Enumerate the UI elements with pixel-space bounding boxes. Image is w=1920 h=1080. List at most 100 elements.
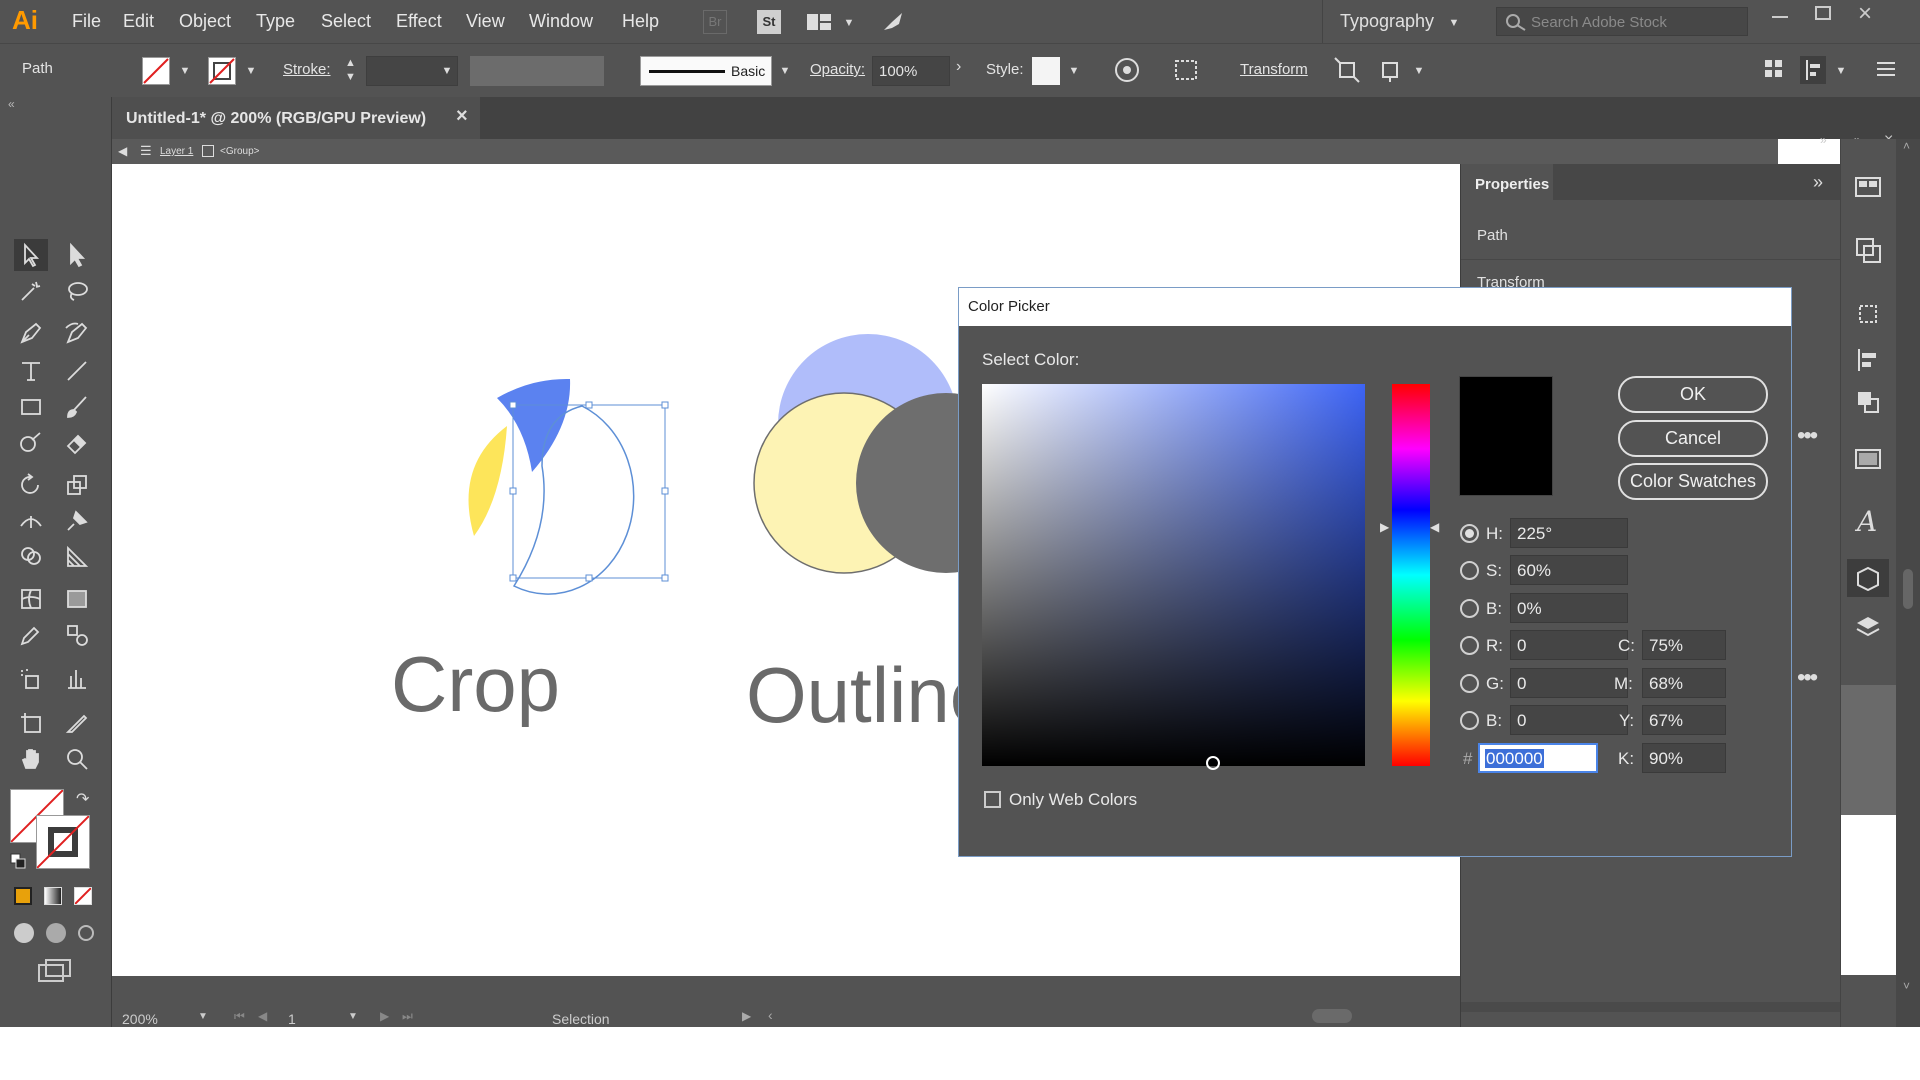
opacity-field[interactable]: 100% [872, 56, 950, 86]
scroll-thumb[interactable] [1903, 569, 1913, 609]
chevron-down-icon[interactable]: ▼ [178, 64, 192, 78]
collapse-panel-icon[interactable]: « [8, 97, 15, 111]
ok-button[interactable]: OK [1618, 376, 1768, 413]
menu-object[interactable]: Object [179, 11, 231, 32]
opacity-label[interactable]: Opacity: [810, 61, 865, 78]
color-swatches-button[interactable]: Color Swatches [1618, 463, 1768, 500]
paintbrush-tool-icon[interactable] [60, 391, 94, 423]
color-mode-icon[interactable] [14, 887, 32, 905]
menu-window[interactable]: Window [529, 11, 593, 32]
variable-width-profile[interactable] [470, 56, 604, 86]
color-field-cursor[interactable] [1206, 756, 1220, 770]
stroke-label[interactable]: Stroke: [283, 61, 331, 78]
blend-tool-icon[interactable] [60, 619, 94, 651]
menu-file[interactable]: File [72, 11, 101, 32]
color-field[interactable] [982, 384, 1365, 770]
close-tab-icon[interactable]: × [456, 105, 468, 128]
properties-tab[interactable]: Properties [1461, 164, 1553, 200]
artboard-tool-icon[interactable] [14, 707, 48, 739]
status-menu-arrow[interactable]: ▶ [742, 1009, 751, 1023]
asset-export-icon[interactable] [1847, 559, 1889, 597]
stock-icon[interactable]: St [757, 10, 781, 34]
yellow-field[interactable]: 67% [1642, 705, 1726, 735]
breadcrumb-group[interactable]: <Group> [220, 146, 259, 157]
hue-slider[interactable] [1392, 384, 1430, 766]
curvature-tool-icon[interactable] [60, 317, 94, 349]
chevron-down-icon[interactable]: ▼ [842, 16, 856, 30]
collapse-panels-icon[interactable]: » [1820, 133, 1827, 147]
scale-tool-icon[interactable] [60, 469, 94, 501]
close-window-button[interactable]: × [1858, 0, 1872, 28]
default-fill-stroke-icon[interactable] [10, 853, 26, 869]
shape-builder-tool-icon[interactable] [14, 541, 48, 573]
minimize-button[interactable] [1772, 16, 1788, 18]
red-radio[interactable] [1460, 636, 1479, 655]
line-segment-tool-icon[interactable] [60, 355, 94, 387]
transform-panel-icon[interactable] [1855, 301, 1881, 332]
panel-grid-icon[interactable] [1764, 59, 1784, 83]
menu-select[interactable]: Select [321, 11, 371, 32]
eraser-tool-icon[interactable] [60, 427, 94, 459]
chevron-down-icon[interactable]: ▼ [1067, 64, 1081, 78]
hue-field[interactable]: 225° [1510, 518, 1628, 548]
transform-link[interactable]: Transform [1240, 61, 1308, 78]
hue-slider-right-arrow[interactable]: ◀ [1430, 520, 1439, 534]
menu-edit[interactable]: Edit [123, 11, 154, 32]
back-arrow-icon[interactable]: ◀ [118, 144, 127, 158]
panel-menu-icon[interactable]: » [1813, 172, 1823, 193]
next-artboard-icon[interactable]: ▶ [380, 1009, 389, 1023]
scroll-left-arrow[interactable]: ‹ [768, 1007, 773, 1023]
blue-radio[interactable] [1460, 711, 1479, 730]
scroll-up-arrow[interactable]: ˄ [1903, 139, 1910, 153]
layers-panel-icon[interactable] [1855, 613, 1881, 644]
screen-mode-icon[interactable] [38, 959, 72, 983]
previous-artboard-icon[interactable]: ◀ [258, 1009, 267, 1023]
document-tab[interactable]: Untitled-1* @ 200% (RGB/GPU Preview) × [112, 97, 480, 139]
libraries-panel-icon[interactable] [1855, 237, 1883, 270]
first-artboard-icon[interactable]: ⏮ [234, 1009, 245, 1024]
symbol-sprayer-tool-icon[interactable] [14, 663, 48, 695]
swap-fill-stroke-icon[interactable]: ↷ [76, 789, 89, 809]
blue-field[interactable]: 0 [1510, 705, 1628, 735]
gradient-tool-icon[interactable] [60, 583, 94, 615]
more-options-icon[interactable]: ••• [1797, 664, 1818, 692]
none-mode-icon[interactable] [74, 887, 92, 905]
hue-slider-left-arrow[interactable]: ▶ [1380, 520, 1389, 534]
align-panel-icon[interactable] [1800, 56, 1826, 84]
shaper-tool-icon[interactable] [14, 427, 48, 459]
chevron-down-icon[interactable]: ▼ [348, 1011, 358, 1022]
saturation-radio[interactable] [1460, 561, 1479, 580]
menu-help[interactable]: Help [622, 11, 659, 32]
pathfinder-panel-icon[interactable] [1855, 389, 1881, 420]
workspace-switcher[interactable]: Typography [1340, 11, 1434, 32]
zoom-level[interactable]: 200% [122, 1011, 158, 1027]
green-radio[interactable] [1460, 674, 1479, 693]
column-graph-tool-icon[interactable] [60, 663, 94, 695]
menu-view[interactable]: View [466, 11, 505, 32]
saturation-field[interactable]: 60% [1510, 555, 1628, 585]
horizontal-scroll-thumb[interactable] [1312, 1009, 1352, 1023]
slice-tool-icon[interactable] [60, 707, 94, 739]
artboard-number[interactable]: 1 [288, 1011, 296, 1027]
rotate-tool-icon[interactable] [14, 469, 48, 501]
lasso-tool-icon[interactable] [60, 275, 94, 307]
chevron-down-icon[interactable]: ▼ [244, 64, 258, 78]
magenta-field[interactable]: 68% [1642, 668, 1726, 698]
menu-type[interactable]: Type [256, 11, 295, 32]
character-panel-icon[interactable]: A [1857, 505, 1877, 538]
hue-radio[interactable] [1460, 524, 1479, 543]
red-field[interactable]: 0 [1510, 630, 1628, 660]
puppet-warp-tool-icon[interactable] [60, 505, 94, 537]
graphic-style-swatch[interactable] [1032, 57, 1060, 85]
puppet-warp-icon[interactable] [1380, 57, 1406, 87]
brush-definition-field[interactable]: Basic [640, 56, 772, 86]
align-selection-icon[interactable] [1174, 58, 1200, 86]
gradient-mode-icon[interactable] [44, 887, 62, 905]
direct-selection-tool-icon[interactable] [60, 239, 94, 271]
properties-panel-icon[interactable] [1855, 177, 1881, 204]
chevron-down-icon[interactable]: ▼ [1834, 64, 1848, 78]
vertical-scrollbar[interactable]: ˄ ˅ [1896, 139, 1920, 1027]
chevron-down-icon[interactable]: ▼ [1447, 16, 1461, 30]
recolor-artwork-icon[interactable] [1114, 57, 1140, 87]
brightness-field[interactable]: 0% [1510, 593, 1628, 623]
